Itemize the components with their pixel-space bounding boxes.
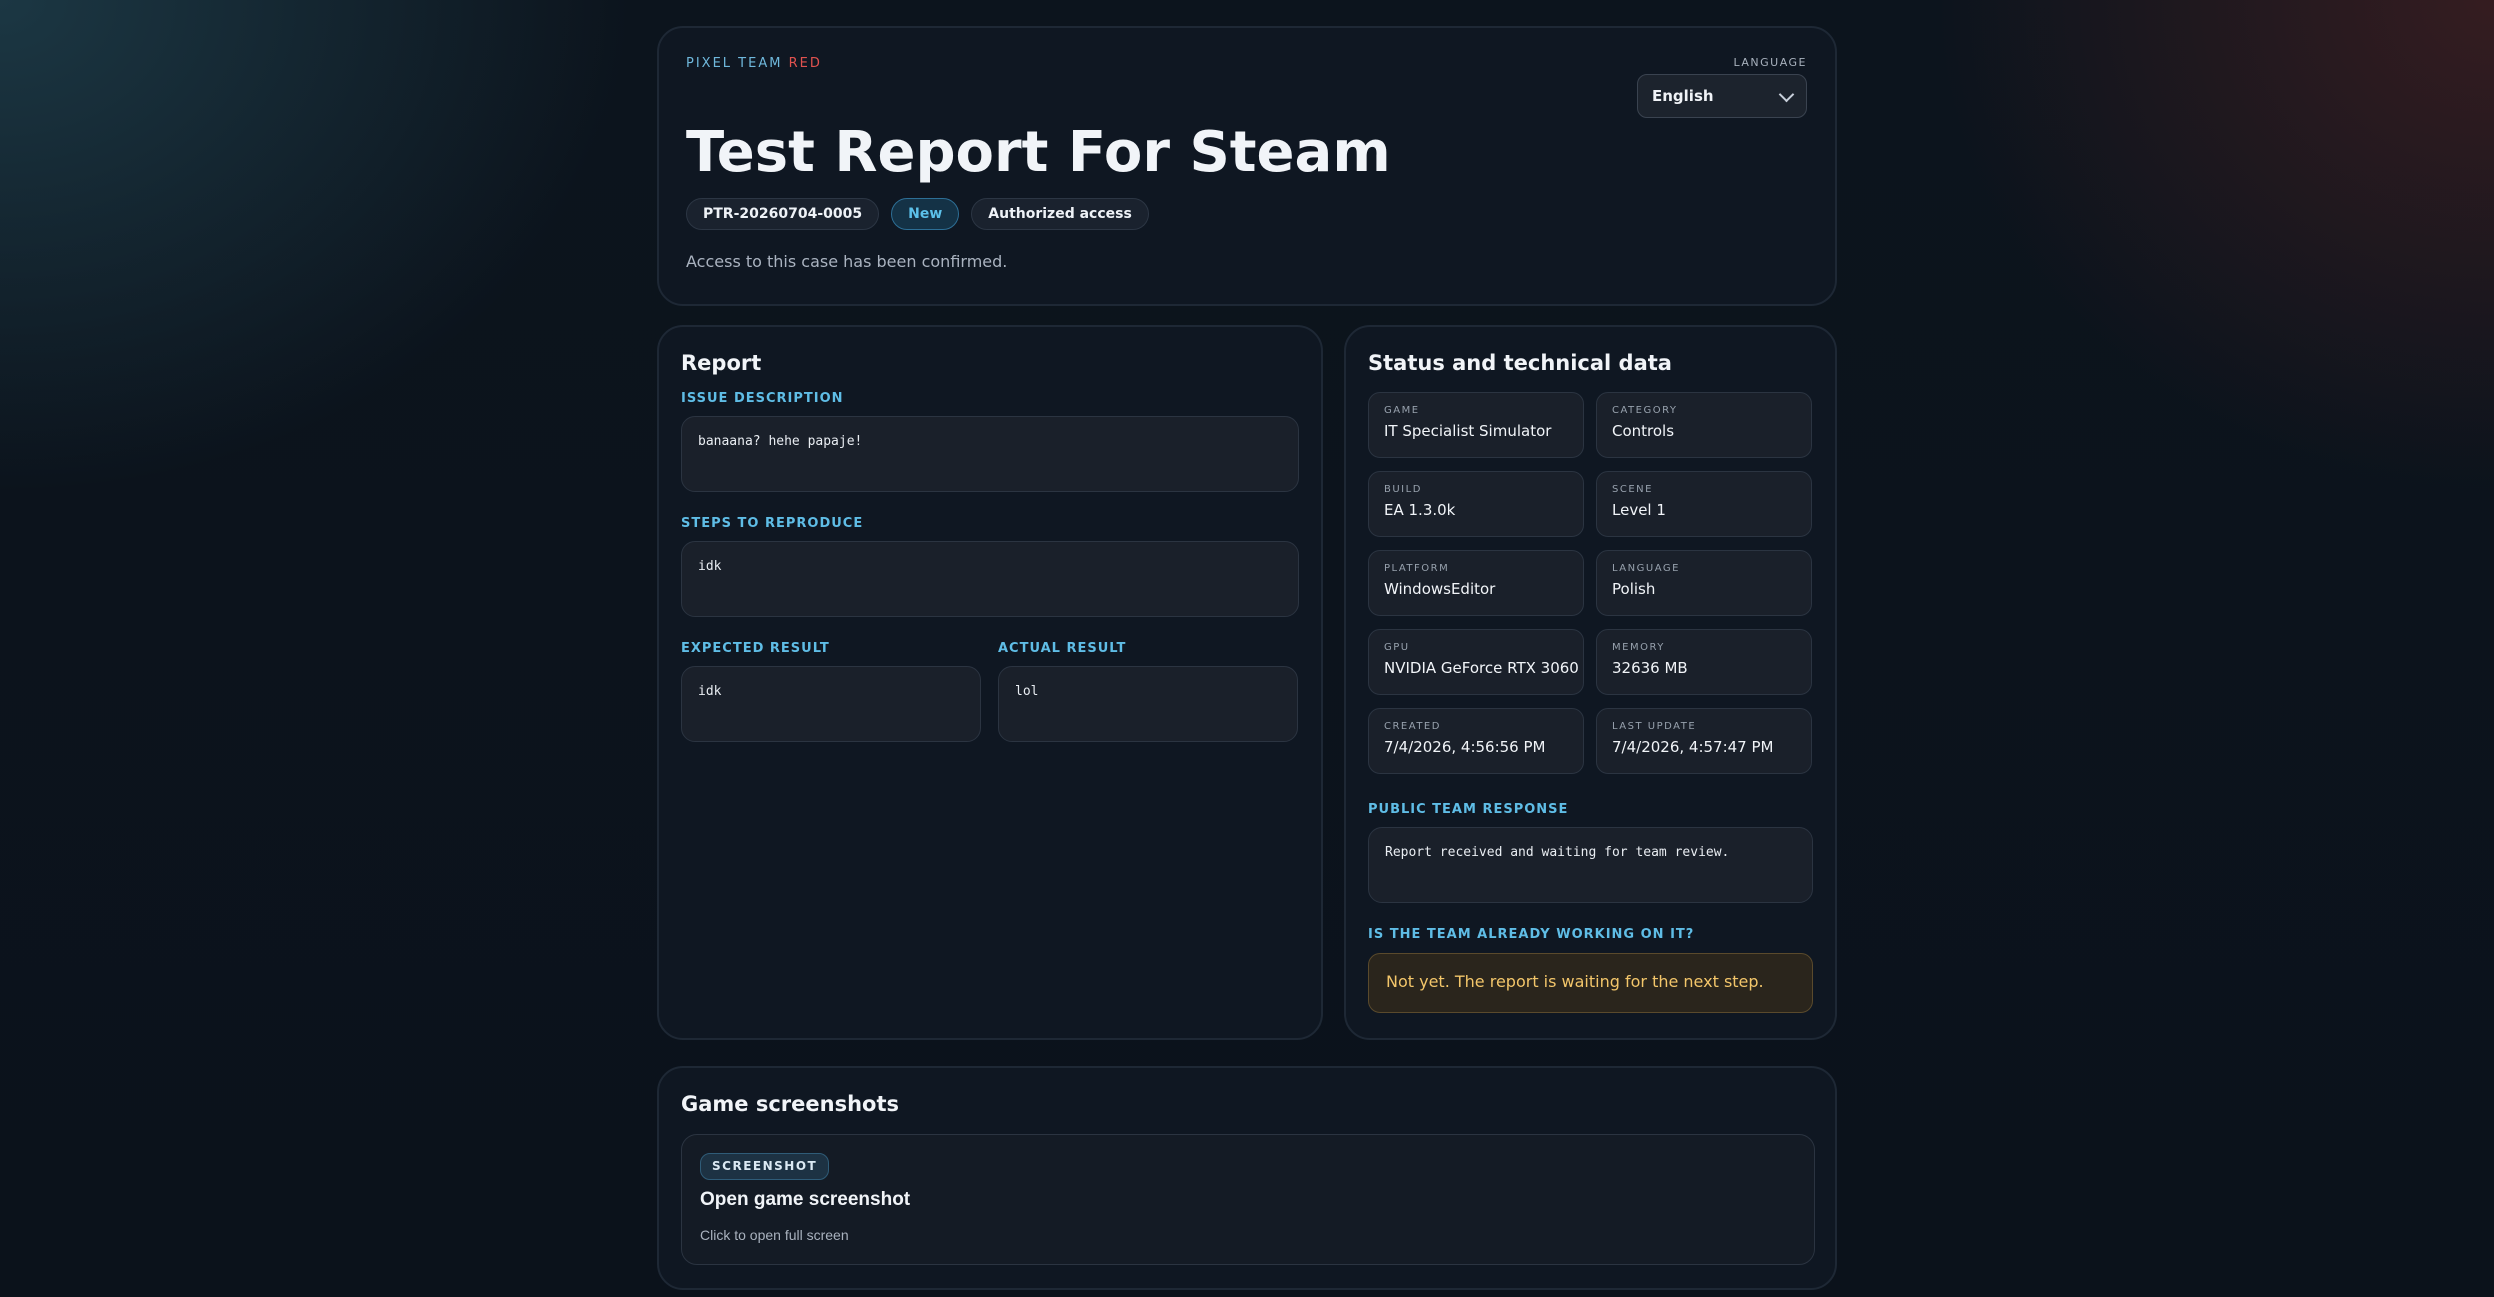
field-label: GAME [1384,405,1420,416]
memory-field: MEMORY 32636 MB [1596,629,1812,695]
last-update-field: LAST UPDATE 7/4/2026, 4:57:47 PM [1596,708,1812,774]
brand-suffix: RED [788,56,822,71]
issue-description-field: banaana? hehe papaje! [681,416,1299,492]
field-label: LAST UPDATE [1612,721,1697,732]
language-label: LANGUAGE [1733,56,1807,69]
field-label: CREATED [1384,721,1441,732]
screenshots-card: Game screenshots SCREENSHOT Open game sc… [657,1066,1837,1290]
language-select-value: English [1652,87,1714,105]
open-screenshot-hint: Click to open full screen [700,1227,849,1243]
gpu-field: GPU NVIDIA GeForce RTX 3060 [1368,629,1584,695]
field-label: BUILD [1384,484,1422,495]
game-field: GAME IT Specialist Simulator [1368,392,1584,458]
field-value: Level 1 [1612,501,1666,519]
access-chip: Authorized access [971,198,1149,230]
field-label: CATEGORY [1612,405,1678,416]
field-value: 7/4/2026, 4:56:56 PM [1384,738,1546,756]
report-card: Report ISSUE DESCRIPTION banaana? hehe p… [657,325,1323,1040]
expected-result-field: idk [681,666,981,742]
public-response-label: PUBLIC TEAM RESPONSE [1368,802,1569,817]
created-field: CREATED 7/4/2026, 4:56:56 PM [1368,708,1584,774]
platform-field: PLATFORM WindowsEditor [1368,550,1584,616]
field-value: 32636 MB [1612,659,1688,677]
field-value: Controls [1612,422,1675,440]
field-value: Polish [1612,580,1656,598]
field-value: 7/4/2026, 4:57:47 PM [1612,738,1774,756]
field-label: GPU [1384,642,1410,653]
brand-prefix: PIXEL TEAM [686,56,783,71]
actual-result-label: ACTUAL RESULT [998,641,1127,656]
chevron-down-icon [1778,86,1795,102]
field-label: LANGUAGE [1612,563,1680,574]
brand-label: PIXEL TEAM RED [686,56,822,71]
case-id-chip: PTR-20260704-0005 [686,198,880,230]
status-card: Status and technical data GAME IT Specia… [1344,325,1837,1040]
open-screenshot-title: Open game screenshot [700,1189,911,1210]
team-working-label: IS THE TEAM ALREADY WORKING ON IT? [1368,927,1695,942]
chip-row: PTR-20260704-0005 New Authorized access [686,198,1149,230]
build-field: BUILD EA 1.3.0k [1368,471,1584,537]
open-screenshot-card[interactable]: SCREENSHOT Open game screenshot Click to… [681,1134,1815,1265]
report-header-card: PIXEL TEAM RED Test Report For Steam PTR… [657,26,1837,306]
field-label: MEMORY [1612,642,1665,653]
screenshot-badge: SCREENSHOT [700,1153,830,1180]
field-value: WindowsEditor [1384,580,1496,598]
field-value: NVIDIA GeForce RTX 3060 [1384,659,1579,677]
issue-description-label: ISSUE DESCRIPTION [681,391,844,406]
category-field: CATEGORY Controls [1596,392,1812,458]
field-label: PLATFORM [1384,563,1450,574]
status-badge: New [891,198,960,230]
expected-result-label: EXPECTED RESULT [681,641,830,656]
language-select[interactable]: English [1637,74,1807,118]
team-working-notice: Not yet. The report is waiting for the n… [1368,953,1813,1013]
steps-label: STEPS TO REPRODUCE [681,516,864,531]
field-value: IT Specialist Simulator [1384,422,1552,440]
steps-field: idk [681,541,1299,617]
scene-field: SCENE Level 1 [1596,471,1812,537]
actual-result-field: lol [998,666,1298,742]
report-heading: Report [681,351,762,375]
access-confirmation-text: Access to this case has been confirmed. [686,252,1008,271]
field-value: EA 1.3.0k [1384,501,1456,519]
field-label: SCENE [1612,484,1653,495]
public-response-field: Report received and waiting for team rev… [1368,827,1813,903]
page-title: Test Report For Steam [686,120,1391,185]
language-field: LANGUAGE Polish [1596,550,1812,616]
status-heading: Status and technical data [1368,351,1672,375]
screenshots-heading: Game screenshots [681,1092,899,1116]
